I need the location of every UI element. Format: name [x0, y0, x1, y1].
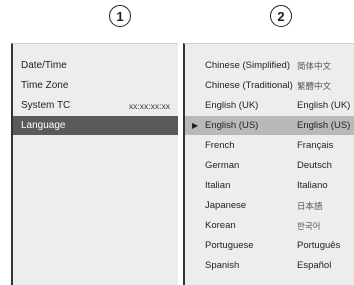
language-native-name: 한국어 [297, 220, 321, 231]
language-native-name: 简体中文 [297, 60, 332, 71]
language-item-korean[interactable]: Korean 한국어 [185, 216, 354, 235]
language-name: English (US) [205, 120, 259, 131]
language-native-name: English (US) [297, 120, 351, 131]
language-name: English (UK) [205, 100, 259, 111]
language-native-name: 繁體中文 [297, 80, 332, 91]
language-name: Portuguese [205, 240, 254, 251]
language-item-spanish[interactable]: Spanish Español [185, 256, 354, 275]
language-name: Chinese (Traditional) [205, 80, 293, 91]
menu-item-date-time[interactable]: Date/Time [13, 56, 178, 75]
language-item-japanese[interactable]: Japanese 日本語 [185, 196, 354, 215]
language-native-name: English (UK) [297, 100, 351, 111]
language-name: Japanese [205, 200, 247, 211]
language-name: Chinese (Simplified) [205, 60, 291, 71]
menu-item-label: Date/Time [21, 60, 67, 71]
menu-item-language[interactable]: Language [13, 116, 178, 135]
language-name: French [205, 140, 235, 151]
language-native-name: Español [297, 260, 332, 271]
language-name: German [205, 160, 240, 171]
menu-item-time-zone[interactable]: Time Zone [13, 76, 178, 95]
language-item-italian[interactable]: Italian Italiano [185, 176, 354, 195]
language-name: Korean [205, 220, 236, 231]
language-item-chinese-simplified[interactable]: Chinese (Simplified) 简体中文 [185, 56, 354, 75]
step-1-badge: 1 [109, 5, 131, 27]
menu-item-label: System TC [21, 100, 71, 111]
language-native-name: 日本語 [297, 200, 323, 211]
language-native-name: Italiano [297, 180, 328, 191]
language-item-german[interactable]: German Deutsch [185, 156, 354, 175]
current-language-arrow-icon: ▶ [192, 121, 199, 130]
system-tc-value: xx:xx:xx:xx [128, 100, 170, 111]
language-item-chinese-traditional[interactable]: Chinese (Traditional) 繁體中文 [185, 76, 354, 95]
language-native-name: Português [297, 240, 341, 251]
step-2-badge: 2 [270, 5, 292, 27]
language-menu-panel: Chinese (Simplified) 简体中文 Chinese (Tradi… [183, 43, 354, 285]
language-native-name: Deutsch [297, 160, 332, 171]
menu-item-system-tc[interactable]: System TC xx:xx:xx:xx [13, 96, 178, 115]
language-name: Spanish [205, 260, 240, 271]
language-name: Italian [205, 180, 231, 191]
language-item-french[interactable]: French Français [185, 136, 354, 155]
language-item-english-uk[interactable]: English (UK) English (UK) [185, 96, 354, 115]
language-item-portuguese[interactable]: Portuguese Português [185, 236, 354, 255]
language-native-name: Français [297, 140, 334, 151]
menu-item-label: Time Zone [21, 80, 69, 91]
settings-menu-panel: Date/Time Time Zone System TC xx:xx:xx:x… [11, 43, 178, 285]
menu-item-label: Language [21, 120, 66, 131]
language-item-english-us[interactable]: ▶ English (US) English (US) [185, 116, 354, 135]
